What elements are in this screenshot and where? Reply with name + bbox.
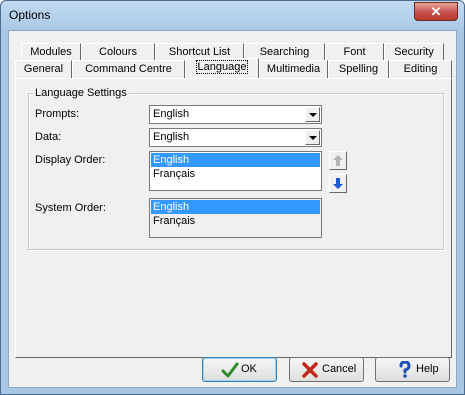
window-title: Options <box>9 8 51 22</box>
system-order-label-text: System Order: <box>35 202 106 214</box>
tab-label: Modules <box>30 46 72 58</box>
tab-label: General <box>23 63 64 75</box>
tab-command-centre[interactable]: Command Centre <box>72 60 185 78</box>
close-icon: ✕ <box>430 4 442 19</box>
tab-spelling[interactable]: Spelling <box>328 60 389 78</box>
tab-label: Spelling <box>338 63 379 75</box>
chevron-down-icon[interactable] <box>305 130 320 145</box>
tab-general[interactable]: General <box>15 60 72 78</box>
language-tab-panel: Language Settings Prompts: English Data:… <box>15 78 452 358</box>
tab-label: Font <box>343 46 366 58</box>
x-icon <box>302 362 318 378</box>
cancel-label: Cancel <box>322 363 357 375</box>
tab-label: Language <box>195 60 249 74</box>
prompts-value: English <box>153 108 190 120</box>
chevron-down-icon[interactable] <box>305 107 320 122</box>
title-bar[interactable]: Options ✕ <box>1 1 464 30</box>
ok-button[interactable]: OK <box>202 357 277 382</box>
help-label: Help <box>416 363 439 375</box>
move-down-button[interactable] <box>329 174 347 193</box>
tab-label: Security <box>394 46 434 58</box>
list-item[interactable]: English <box>151 200 320 214</box>
list-item[interactable]: English <box>151 153 320 167</box>
tab-multimedia[interactable]: Multimedia <box>259 60 328 78</box>
tab-label: Command Centre <box>85 63 172 75</box>
tab-font[interactable]: Font <box>325 43 384 61</box>
list-item[interactable]: Français <box>151 214 320 228</box>
tab-language[interactable]: Language <box>185 58 259 78</box>
data-dropdown[interactable]: English <box>149 128 322 147</box>
question-icon <box>399 361 411 378</box>
system-order-label: System Order: <box>35 202 106 214</box>
tab-label: Editing <box>403 63 438 75</box>
arrow-up-icon <box>333 155 343 166</box>
dialog-client-area: Modules Colours Shortcut List Searching … <box>8 30 457 388</box>
cancel-button[interactable]: Cancel <box>289 357 364 382</box>
prompts-label: Prompts: <box>35 108 79 120</box>
tab-security[interactable]: Security <box>384 43 444 61</box>
help-button[interactable]: Help <box>375 357 450 382</box>
tab-label: Colours <box>99 46 137 58</box>
tab-colours[interactable]: Colours <box>81 43 155 61</box>
checkmark-icon <box>221 362 239 378</box>
display-order-list[interactable]: English Français <box>149 151 322 191</box>
data-label: Data: <box>35 131 61 143</box>
ok-label: OK <box>241 363 257 375</box>
tab-modules[interactable]: Modules <box>21 43 81 61</box>
tab-label: Searching <box>259 46 310 58</box>
move-up-button[interactable] <box>329 151 347 170</box>
language-settings-group: Language Settings Prompts: English Data:… <box>28 87 444 250</box>
prompts-label-text: Prompts: <box>35 108 80 120</box>
group-title: Language Settings <box>33 87 129 99</box>
data-value: English <box>153 131 190 143</box>
tab-editing[interactable]: Editing <box>389 60 452 78</box>
tab-label: Shortcut List <box>168 46 231 58</box>
prompts-dropdown[interactable]: English <box>149 105 322 124</box>
arrow-down-icon <box>333 178 343 189</box>
data-label-text: Data: <box>35 131 62 143</box>
tab-label: Multimedia <box>266 63 321 75</box>
system-order-list[interactable]: English Français <box>149 198 322 238</box>
list-item[interactable]: Français <box>151 167 320 181</box>
options-dialog: Options ✕ Modules Colours Shortcut List … <box>0 0 465 395</box>
display-order-label: Display Order: <box>35 154 106 166</box>
close-button[interactable]: ✕ <box>414 2 458 21</box>
